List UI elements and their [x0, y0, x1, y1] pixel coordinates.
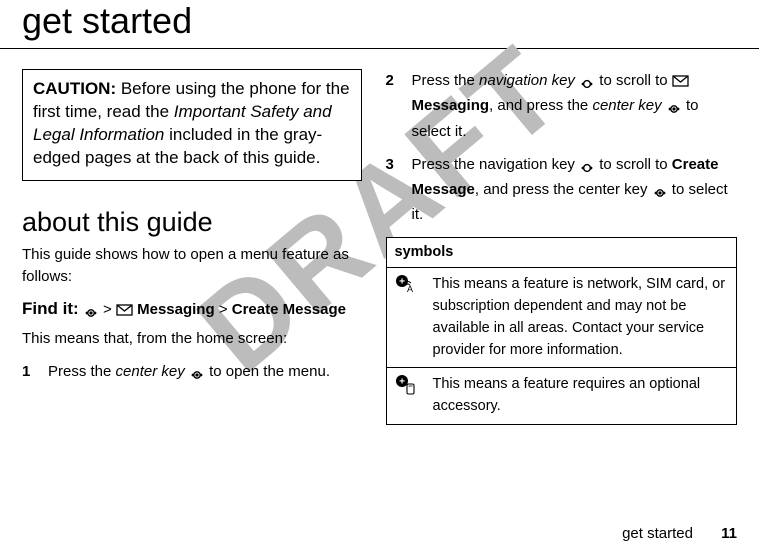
svg-text:+: +: [399, 377, 405, 388]
s1a: Press the: [48, 363, 116, 380]
find-it-lead: Find it:: [22, 299, 79, 318]
messaging-label: Messaging: [137, 301, 215, 318]
s2d: Messaging: [412, 97, 490, 114]
s2f: center key: [592, 97, 661, 114]
s3d: , and press the center key: [475, 181, 652, 198]
page-title: get started: [0, 0, 759, 49]
network-dependent-icon: +A: [395, 284, 417, 300]
table-row: + This means a feature requires an optio…: [386, 368, 737, 425]
svg-text:+: +: [399, 277, 405, 288]
s1c: to open the menu.: [205, 363, 330, 380]
caution-box: CAUTION: Before using the phone for the …: [22, 69, 362, 181]
symbols-row1-text: This means a feature is network, SIM car…: [425, 268, 737, 368]
symbols-row2-text: This means a feature requires an optiona…: [425, 368, 737, 425]
footer: get started 11: [622, 525, 737, 542]
means-text: This means that, from the home screen:: [22, 328, 362, 351]
find-it-line: Find it: > Messaging > Create Message: [22, 299, 362, 320]
envelope-icon: [672, 71, 689, 94]
center-key-icon: [666, 96, 682, 119]
center-key-icon: [189, 362, 205, 385]
caution-lead: CAUTION:: [33, 79, 116, 98]
center-key-icon: [83, 303, 99, 320]
s2a: Press the: [412, 72, 480, 89]
optional-accessory-icon: +: [395, 384, 417, 400]
step-2-num: 2: [386, 69, 412, 143]
nav-key-icon: [579, 71, 595, 94]
s2e: , and press the: [489, 97, 592, 114]
s3b: to scroll to: [595, 156, 672, 173]
s2c: to scroll to: [595, 72, 672, 89]
svg-text:A: A: [406, 284, 412, 294]
s1b: center key: [116, 363, 185, 380]
about-heading: about this guide: [22, 207, 362, 238]
create-message-label: Create Message: [232, 301, 346, 318]
envelope-icon: [116, 303, 133, 320]
step-2: 2 Press the navigation key to scroll to …: [386, 69, 738, 143]
footer-page: 11: [721, 525, 737, 542]
table-row: +A This means a feature is network, SIM …: [386, 268, 737, 368]
s2b: navigation key: [479, 72, 575, 89]
step-1-num: 1: [22, 360, 48, 385]
footer-section: get started: [622, 525, 693, 542]
sep2: >: [219, 301, 232, 318]
step-1: 1 Press the center key to open the menu.: [22, 360, 362, 385]
center-key-icon: [652, 180, 668, 203]
symbols-header: symbols: [386, 237, 737, 268]
about-body: This guide shows how to open a menu feat…: [22, 244, 362, 289]
step-3: 3 Press the navigation key to scroll to …: [386, 153, 738, 227]
step-3-num: 3: [386, 153, 412, 227]
nav-key-icon: [579, 155, 595, 178]
sep1: >: [103, 301, 116, 318]
symbols-table: symbols +A This means a feature is netwo…: [386, 237, 738, 425]
s3a: Press the navigation key: [412, 156, 580, 173]
